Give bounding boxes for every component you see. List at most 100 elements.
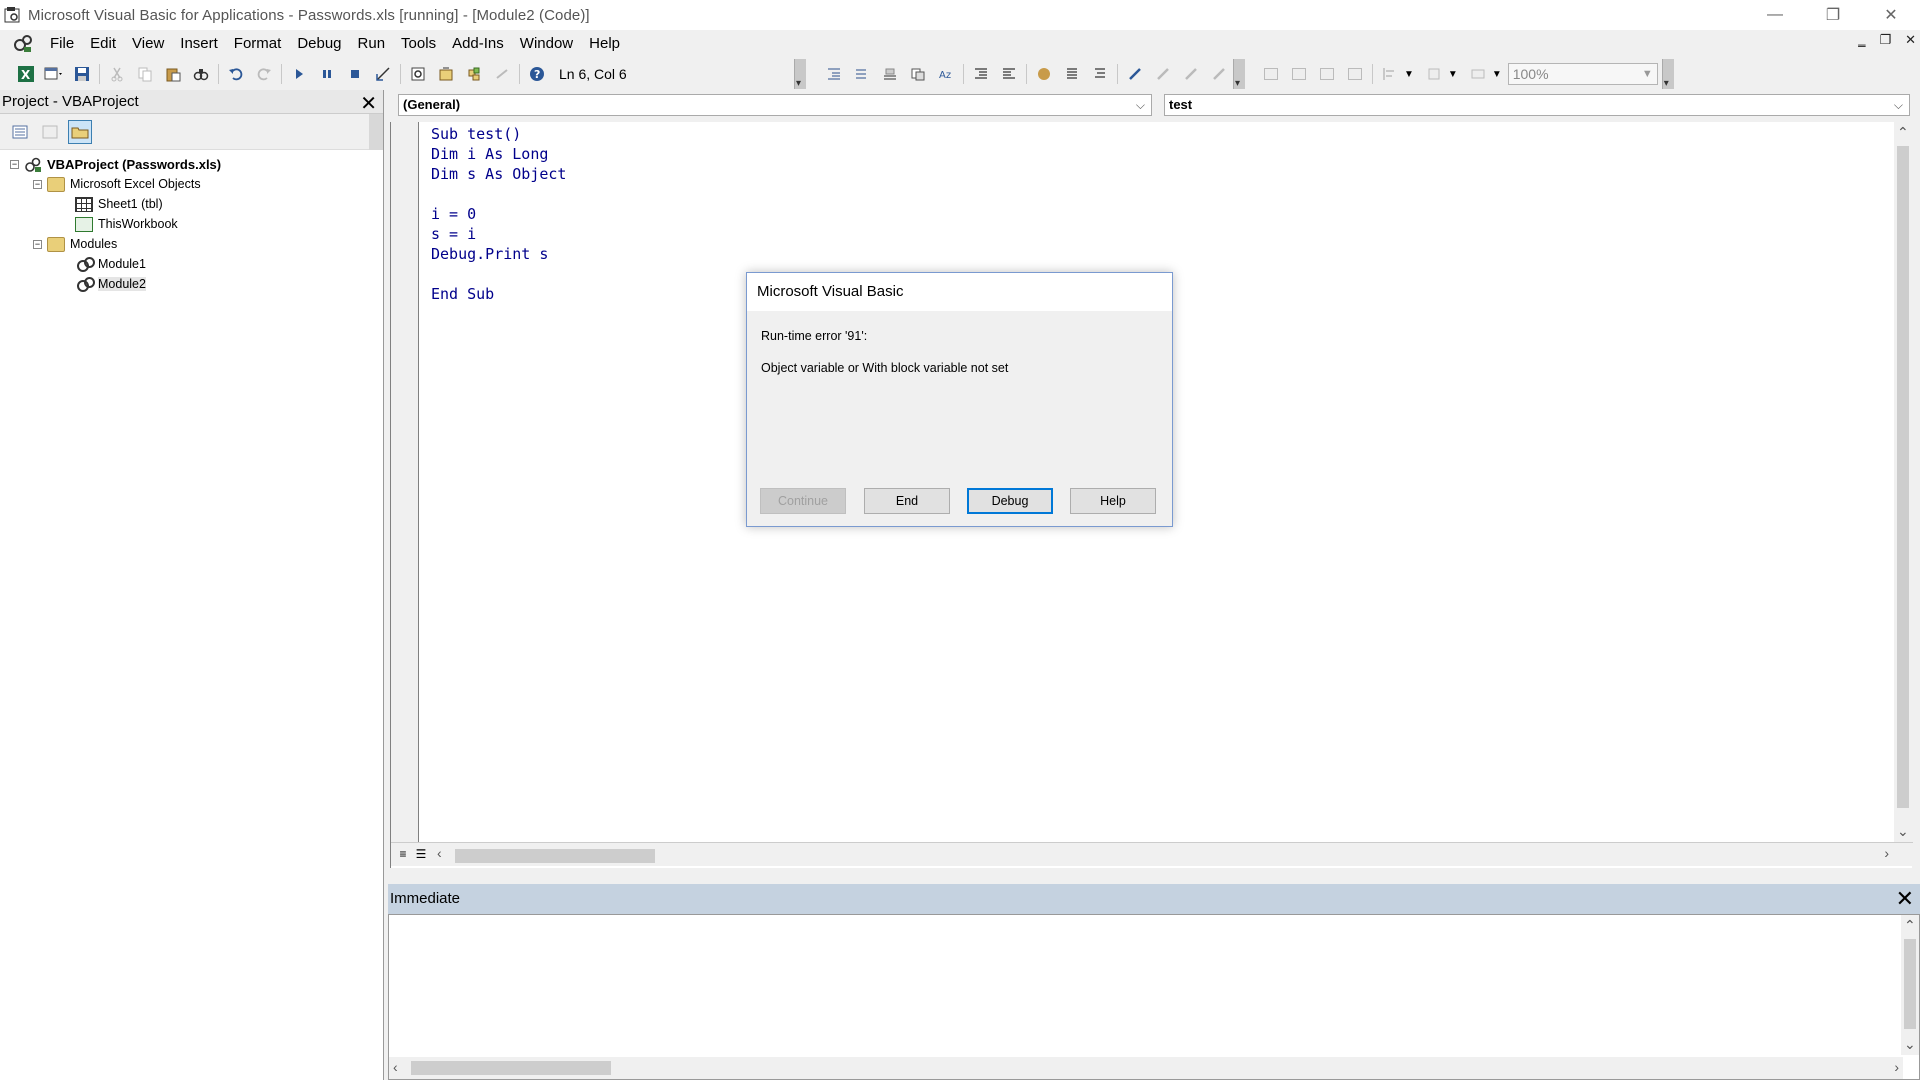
scroll-right-icon[interactable]: › (1884, 845, 1889, 861)
complete-word-icon[interactable]: Az (934, 63, 958, 85)
menu-help[interactable]: Help (581, 32, 628, 56)
tree-item-excel-objects[interactable]: − Microsoft Excel Objects (0, 174, 383, 194)
previous-bookmark-icon[interactable] (1179, 63, 1203, 85)
end-button[interactable]: End (864, 488, 950, 514)
collapse-icon[interactable]: − (33, 239, 42, 249)
toolbar-overflow-grip-3[interactable] (1661, 59, 1674, 89)
mdi-close-button[interactable]: ✕ (1905, 32, 1916, 48)
pane-scrollbar[interactable] (369, 114, 383, 150)
reset-icon[interactable] (343, 63, 367, 85)
align-icon[interactable] (1378, 63, 1402, 85)
scroll-left-icon[interactable]: ‹ (393, 1059, 398, 1075)
zoom-combo[interactable]: 100% ▼ (1507, 63, 1658, 85)
code-horizontal-scrollbar[interactable]: ≡ ☰ ‹ › (391, 842, 1913, 866)
menu-add-ins[interactable]: Add-Ins (444, 32, 512, 56)
menu-view[interactable]: View (124, 32, 172, 56)
redo-icon[interactable] (252, 63, 276, 85)
margin-indicator-bar[interactable] (391, 122, 419, 842)
tree-item-thisworkbook[interactable]: ThisWorkbook (0, 214, 383, 234)
collapse-icon[interactable]: − (33, 179, 42, 189)
scroll-right-icon[interactable]: › (1894, 1059, 1899, 1075)
scroll-up-icon[interactable]: ⌃ (1904, 917, 1916, 934)
comment-icon[interactable] (1060, 63, 1084, 85)
copy-icon[interactable] (133, 63, 157, 85)
bring-to-front-icon[interactable] (1259, 63, 1283, 85)
cut-icon[interactable] (105, 63, 129, 85)
scroll-up-icon[interactable]: ⌃ (1897, 124, 1909, 141)
tree-item-modules[interactable]: − Modules (0, 234, 383, 254)
minimize-button[interactable]: — (1746, 0, 1804, 30)
full-module-view-icon[interactable]: ☰ (413, 847, 429, 861)
procedure-selector[interactable]: test ⌵ (1163, 94, 1910, 116)
object-browser-icon[interactable] (462, 63, 486, 85)
tree-item-sheet1[interactable]: Sheet1 (tbl) (0, 194, 383, 214)
indent-block-icon[interactable] (969, 63, 993, 85)
size-dropdown-icon[interactable]: ▼ (1492, 69, 1502, 80)
toolbar-overflow-grip-2[interactable] (1233, 59, 1245, 89)
properties-window-icon[interactable] (434, 63, 458, 85)
immediate-input[interactable]: ⌃ ⌄ ‹ › (388, 914, 1920, 1080)
collapse-icon[interactable]: − (10, 159, 19, 169)
menu-file[interactable]: File (42, 32, 82, 56)
scroll-thumb[interactable] (455, 849, 655, 863)
debug-button[interactable]: Debug (967, 488, 1053, 514)
scroll-down-icon[interactable]: ⌄ (1897, 823, 1909, 840)
make-same-size-icon[interactable] (1466, 63, 1490, 85)
view-object-icon[interactable] (38, 120, 62, 144)
code-vertical-scrollbar[interactable]: ⌃ ⌄ (1894, 122, 1912, 842)
indent-icon[interactable] (822, 63, 846, 85)
undo-icon[interactable] (224, 63, 248, 85)
tree-item-module2[interactable]: Module2 (0, 274, 383, 294)
immediate-vertical-scrollbar[interactable]: ⌃ ⌄ (1901, 915, 1919, 1055)
help-icon[interactable]: ? (525, 63, 549, 85)
center-dropdown-icon[interactable]: ▼ (1448, 69, 1458, 80)
center-icon[interactable] (1422, 63, 1446, 85)
outdent-block-icon[interactable] (997, 63, 1021, 85)
close-icon[interactable]: ✕ (1896, 884, 1914, 914)
scroll-left-icon[interactable]: ‹ (437, 845, 442, 861)
procedure-view-icon[interactable]: ≡ (395, 847, 411, 861)
menu-debug[interactable]: Debug (289, 32, 349, 56)
break-icon[interactable] (315, 63, 339, 85)
align-dropdown-icon[interactable]: ▼ (1404, 69, 1414, 80)
toggle-folders-icon[interactable] (68, 119, 92, 144)
group-icon[interactable] (1315, 63, 1339, 85)
mdi-restore-button[interactable]: ❐ (1879, 32, 1891, 48)
project-explorer-icon[interactable] (406, 63, 430, 85)
view-code-icon[interactable] (8, 120, 32, 144)
paste-icon[interactable] (161, 63, 185, 85)
tree-item-vbaproject[interactable]: − VBAProject (Passwords.xls) (0, 154, 383, 174)
scroll-down-icon[interactable]: ⌄ (1904, 1036, 1916, 1053)
close-icon[interactable]: ✕ (360, 91, 377, 116)
comment-block-icon[interactable] (906, 63, 930, 85)
save-icon[interactable] (70, 63, 94, 85)
tree-item-module1[interactable]: Module1 (0, 254, 383, 274)
help-button[interactable]: Help (1070, 488, 1156, 514)
menu-edit[interactable]: Edit (82, 32, 124, 56)
menu-insert[interactable]: Insert (172, 32, 226, 56)
insert-userform-icon[interactable] (42, 63, 66, 85)
mdi-minimize-button[interactable]: ‗ (1858, 32, 1865, 48)
bookmark-toggle-icon[interactable] (1123, 63, 1147, 85)
menu-window[interactable]: Window (512, 32, 581, 56)
next-bookmark-icon[interactable] (1151, 63, 1175, 85)
scroll-thumb[interactable] (1897, 146, 1909, 808)
send-to-back-icon[interactable] (1287, 63, 1311, 85)
vba-system-menu-icon[interactable] (12, 33, 34, 55)
continue-button[interactable]: Continue (760, 488, 846, 514)
close-button[interactable]: ✕ (1862, 0, 1920, 30)
uncomment-icon[interactable] (1088, 63, 1112, 85)
clear-bookmarks-icon[interactable] (1207, 63, 1231, 85)
outdent-icon[interactable] (850, 63, 874, 85)
scroll-thumb[interactable] (1904, 939, 1916, 1029)
design-mode-icon[interactable] (371, 63, 395, 85)
immediate-horizontal-scrollbar[interactable]: ‹ › (389, 1057, 1903, 1079)
view-excel-icon[interactable]: X (14, 63, 38, 85)
ungroup-icon[interactable] (1343, 63, 1367, 85)
code-lines[interactable]: Sub test() Dim i As Long Dim s As Object… (431, 124, 566, 304)
menu-tools[interactable]: Tools (393, 32, 444, 56)
toggle-breakpoint-hand-icon[interactable] (1032, 63, 1056, 85)
object-selector[interactable]: (General) ⌵ (398, 94, 1152, 116)
menu-run[interactable]: Run (350, 32, 394, 56)
toolbar-overflow-grip[interactable] (794, 59, 806, 89)
